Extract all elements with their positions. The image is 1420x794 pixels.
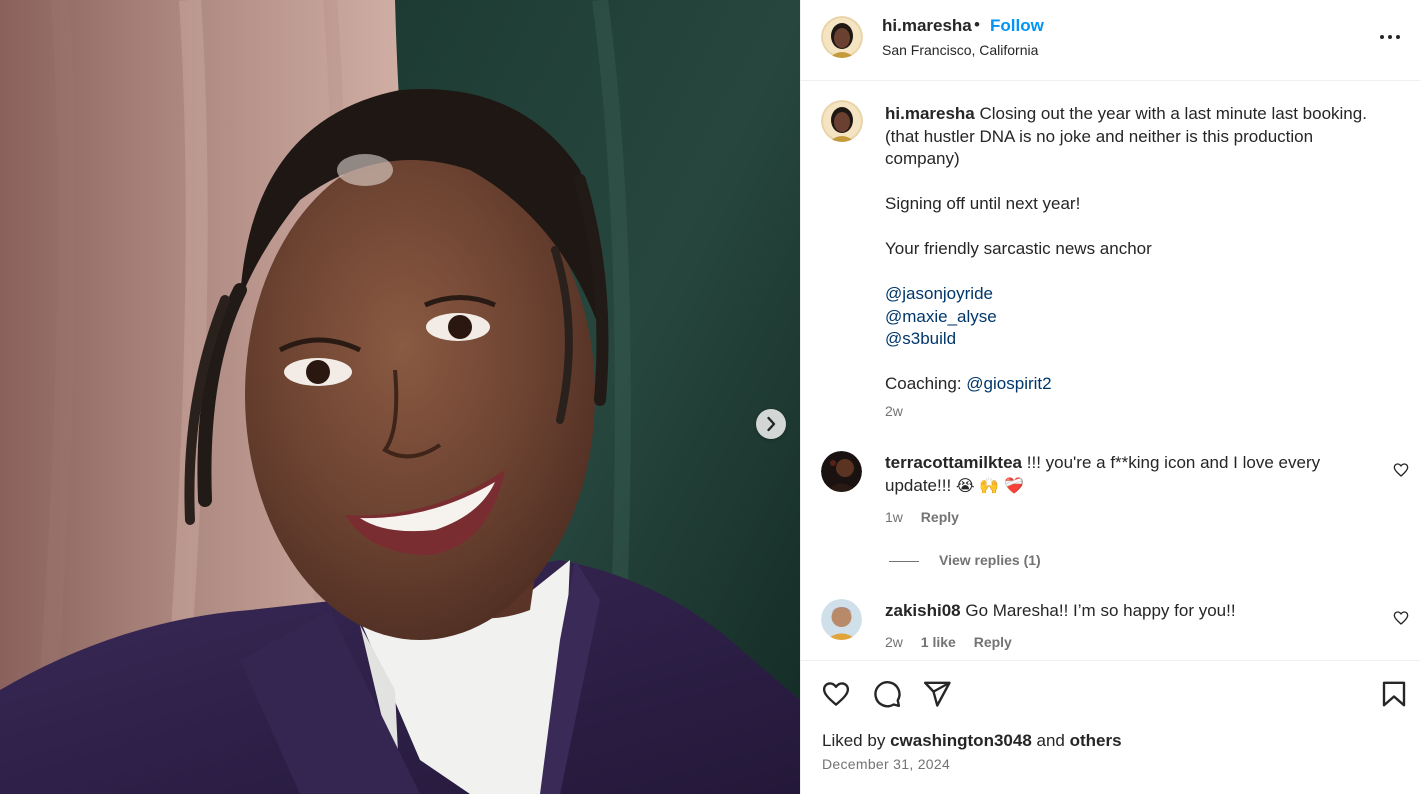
chevron-right-icon [767, 416, 776, 432]
post-date[interactable]: December 31, 2024 [822, 756, 950, 772]
caption-line [885, 261, 1385, 284]
post-header: hi.maresha • Follow San Francisco, Calif… [801, 0, 1420, 81]
caption-author-avatar[interactable] [821, 100, 863, 142]
reply-button[interactable]: Reply [974, 634, 1012, 650]
likes-summary: Liked by cwashington3048 and others [822, 731, 1122, 751]
mention-link[interactable]: @jasonjoyride [885, 283, 1385, 306]
commenter-avatar-image [821, 599, 862, 640]
author-username[interactable]: hi.maresha [882, 16, 972, 36]
commenter-avatar[interactable] [821, 451, 862, 492]
more-options-button[interactable] [1377, 27, 1403, 47]
like-button[interactable] [821, 679, 851, 709]
crying-face-icon: 😭 [955, 476, 975, 495]
caption-line [885, 171, 1385, 194]
post-details-panel: hi.maresha • Follow San Francisco, Calif… [800, 0, 1420, 794]
commenter-avatar-image [821, 451, 862, 492]
caption-text: hi.maresha Closing out the year with a l… [885, 103, 1385, 396]
heart-icon [822, 682, 850, 706]
bookmark-icon [1382, 681, 1406, 707]
mention-link[interactable]: @giospirit2 [966, 374, 1051, 393]
caption-line: Signing off until next year! [885, 194, 1081, 213]
share-button[interactable] [922, 679, 952, 709]
commenter-avatar[interactable] [821, 599, 862, 640]
comment-meta: 2w 1 like Reply [885, 634, 1026, 650]
post-actions: Liked by cwashington3048 and others Dece… [801, 660, 1420, 794]
caption-line [885, 216, 1385, 239]
author-avatar-image [821, 16, 863, 58]
caption-line: (that hustler DNA is no joke and neither… [885, 126, 1314, 146]
author-avatar[interactable] [821, 16, 863, 58]
likes-prefix: Liked by [822, 731, 886, 750]
caption-avatar-image [821, 100, 863, 142]
comment-timestamp[interactable]: 1w [885, 509, 903, 525]
mention-link[interactable]: @maxie_alyse [885, 306, 1385, 329]
comment-text: zakishi08 Go Maresha!! I’m so happy for … [885, 599, 1236, 622]
comment-body: !!! you're a f**king icon and I love eve… [1026, 453, 1321, 472]
mention-link[interactable]: @s3build [885, 328, 1385, 351]
raised-hands-icon: 🙌 [979, 476, 1000, 495]
caption-username[interactable]: hi.maresha [885, 104, 975, 123]
comment-likes-count[interactable]: 1 like [921, 634, 956, 650]
liker-username[interactable]: cwashington3048 [890, 731, 1032, 750]
comment-meta: 1w Reply [885, 509, 973, 525]
location-link[interactable]: San Francisco, California [882, 42, 1038, 58]
comment-button[interactable] [872, 679, 902, 709]
like-comment-button[interactable] [1393, 462, 1409, 478]
comment-bubble-icon [874, 681, 901, 708]
comment-body: update!!! [885, 476, 952, 495]
caption-line: company) [885, 149, 960, 168]
post-photo [0, 0, 800, 794]
comment-text: terracottamilktea !!! you're a f**king i… [885, 451, 1320, 497]
heart-icon [1393, 463, 1409, 477]
divider-line [889, 560, 919, 562]
comment-body: Go Maresha!! I’m so happy for you!! [965, 601, 1236, 620]
mending-heart-icon: ❤️‍🩹 [1004, 476, 1024, 495]
reply-button[interactable]: Reply [921, 509, 959, 525]
comment-username[interactable]: terracottamilktea [885, 453, 1022, 472]
more-horizontal-icon [1380, 35, 1400, 39]
selfie-photo-illustration [0, 0, 800, 794]
follow-button[interactable]: Follow [990, 16, 1044, 36]
instagram-post-modal: hi.maresha • Follow San Francisco, Calif… [0, 0, 1420, 794]
like-comment-button[interactable] [1393, 610, 1409, 626]
likes-and: and [1036, 731, 1065, 750]
caption-line [885, 351, 1385, 374]
separator-dot: • [974, 15, 980, 34]
comment-username[interactable]: zakishi08 [885, 601, 961, 620]
caption-line: Your friendly sarcastic news anchor [885, 239, 1152, 258]
save-button[interactable] [1379, 679, 1409, 709]
caption-line: hi.maresha Closing out the year with a l… [885, 103, 1385, 126]
next-photo-button[interactable] [756, 409, 786, 439]
caption-timestamp[interactable]: 2w [885, 403, 903, 419]
heart-icon [1393, 611, 1409, 625]
coaching-label: Coaching: [885, 374, 962, 393]
comment-timestamp[interactable]: 2w [885, 634, 903, 650]
paper-plane-icon [923, 681, 951, 707]
view-replies-button[interactable]: View replies (1) [889, 552, 1041, 568]
coaching-line: Coaching: @giospirit2 [885, 373, 1385, 396]
view-replies-label: View replies (1) [939, 552, 1041, 568]
caption-line-text: Closing out the year with a last minute … [979, 104, 1367, 123]
likes-others-link[interactable]: others [1070, 731, 1122, 750]
